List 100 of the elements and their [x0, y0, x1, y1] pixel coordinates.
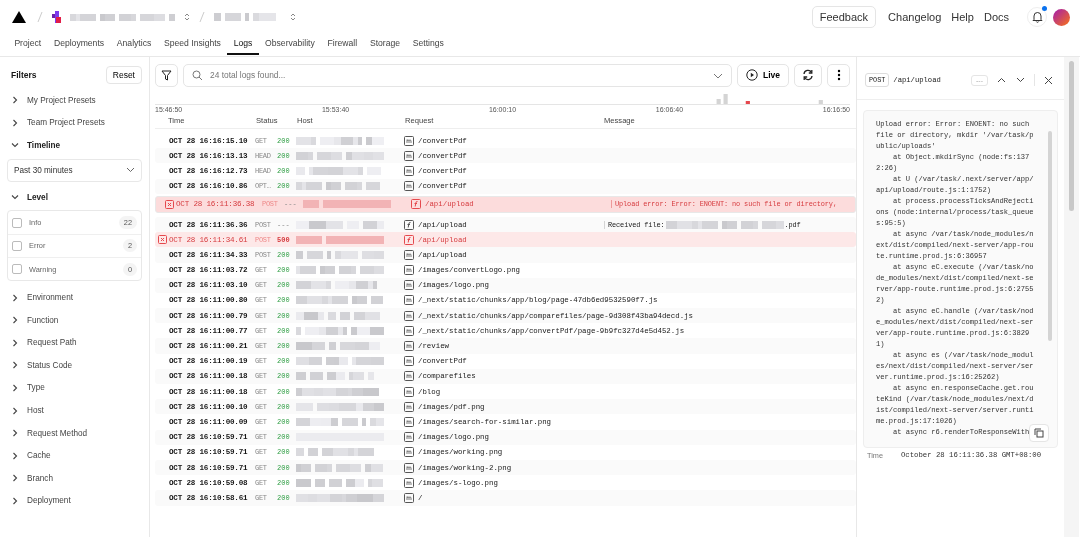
page-icon [404, 386, 414, 397]
chevron-icon [11, 451, 19, 460]
page-icon [404, 280, 414, 291]
chevron-icon [11, 316, 19, 325]
user-avatar[interactable] [1053, 8, 1070, 26]
chevron-icon [11, 361, 19, 370]
nav-tab[interactable]: Firewall [321, 34, 364, 55]
filter-section[interactable]: Type [7, 376, 142, 400]
chevron-icon [11, 429, 19, 438]
filter-section[interactable]: Host [7, 399, 142, 422]
chevron-icon [126, 167, 135, 174]
header-link[interactable]: Changelog [888, 11, 942, 23]
search-icon [192, 69, 203, 81]
page-icon [404, 401, 414, 412]
page-icon [404, 356, 414, 367]
error-icon [157, 235, 167, 245]
nav-tab[interactable]: Settings [406, 34, 451, 55]
chevron-icon [11, 193, 19, 202]
refresh-button[interactable] [794, 63, 822, 87]
chevron-icon [11, 141, 19, 150]
bell-icon [1031, 11, 1043, 23]
chevron-down-icon [1016, 77, 1025, 83]
copy-icon [1034, 428, 1044, 438]
function-icon [404, 219, 414, 230]
header-link[interactable]: Docs [983, 11, 1009, 23]
chevron-icon [11, 496, 19, 505]
more-icon [836, 69, 841, 81]
nav-tab[interactable]: Analytics [110, 34, 158, 55]
page-icon [404, 492, 414, 503]
filter-section[interactable]: My Project Presets [7, 89, 142, 112]
nav-tab[interactable]: Logs [227, 34, 259, 55]
filter-section[interactable]: Branch [7, 467, 142, 490]
chevron-icon [11, 338, 19, 347]
chevron-icon [11, 293, 19, 302]
chevron-up-icon [997, 77, 1006, 83]
page-scrollbar[interactable] [1064, 57, 1079, 537]
filter-icon [161, 69, 172, 81]
filter-section[interactable]: Function [7, 308, 142, 332]
team-avatar-icon [52, 11, 64, 23]
more-button[interactable] [827, 63, 850, 87]
page-icon [404, 447, 414, 458]
page-icon [404, 477, 414, 488]
breadcrumb-separator [37, 11, 43, 23]
function-icon [411, 199, 421, 210]
checkbox[interactable] [12, 264, 22, 275]
page-icon [404, 371, 414, 382]
nav-tab[interactable]: Storage [363, 34, 407, 55]
page-icon [404, 432, 414, 443]
copy-button[interactable] [1029, 424, 1049, 442]
checkbox[interactable] [12, 240, 22, 251]
page-icon [404, 165, 414, 176]
feedback-button[interactable]: Feedback [811, 6, 877, 28]
page-icon [404, 135, 414, 146]
live-button[interactable]: Live [737, 63, 789, 87]
filter-section[interactable]: Deployment [7, 489, 142, 513]
nav-tab[interactable]: Speed Insights [157, 34, 228, 55]
refresh-icon [802, 69, 814, 81]
page-icon [404, 341, 414, 352]
filter-section[interactable]: Request Method [7, 421, 142, 445]
nav-tab[interactable]: Observability [258, 34, 322, 55]
page-icon [404, 310, 414, 321]
search-field[interactable]: 24 total logs found... [183, 63, 732, 87]
filter-section[interactable]: Status Code [7, 354, 142, 377]
filter-button[interactable] [155, 63, 178, 87]
filter-section[interactable]: Team Project Presets [7, 111, 142, 135]
error-icon [164, 199, 174, 209]
page-icon [404, 325, 414, 336]
checkbox[interactable] [12, 217, 22, 228]
filter-section[interactable]: Cache [7, 444, 142, 467]
reset-button[interactable]: Reset [105, 66, 142, 84]
chevron-icon[interactable] [713, 72, 723, 79]
play-icon [746, 69, 758, 81]
notifications-button[interactable] [1027, 7, 1047, 27]
page-icon [404, 150, 414, 161]
filter-section[interactable]: Timeline [7, 134, 142, 157]
chevron-icon [11, 96, 19, 105]
page-icon [404, 462, 414, 473]
breadcrumb-separator [199, 11, 205, 23]
filter-section[interactable]: Level [7, 185, 142, 209]
logo-icon[interactable] [12, 11, 26, 23]
nav-tab[interactable]: Deployments [47, 34, 111, 55]
page-icon [404, 249, 414, 260]
chevron-icon [11, 118, 19, 127]
chevron-icon [11, 474, 19, 483]
page-icon [404, 416, 414, 427]
page-icon [404, 295, 414, 306]
timeline-select[interactable]: Past 30 minutes [7, 158, 142, 182]
switcher-icon[interactable] [184, 12, 190, 22]
chevron-icon [11, 406, 19, 415]
filters-title: Filters [11, 70, 37, 80]
filter-section[interactable]: Environment [7, 286, 142, 309]
chevron-icon [11, 383, 19, 392]
switcher-icon[interactable] [290, 12, 296, 22]
filter-section[interactable]: Request Path [7, 331, 142, 355]
close-icon [1044, 75, 1053, 85]
header-link[interactable]: Help [951, 11, 974, 23]
page-icon [404, 181, 414, 192]
nav-tab[interactable]: Project [8, 34, 48, 55]
scrollbar[interactable] [1048, 131, 1052, 341]
page-icon [404, 265, 414, 276]
